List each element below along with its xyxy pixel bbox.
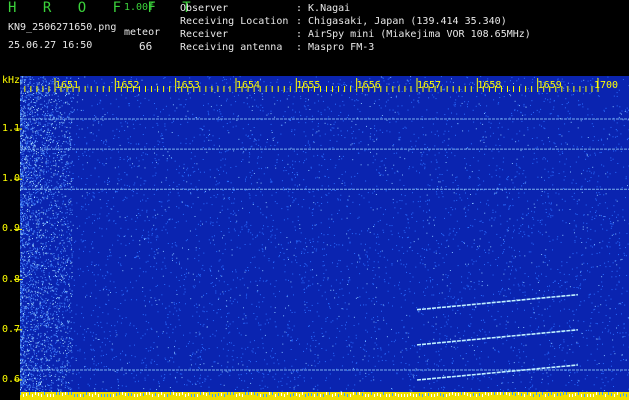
y-tick-label: 0.6 — [2, 374, 21, 385]
spectrogram-background — [20, 76, 629, 400]
y-tick-label: 1.0 — [2, 173, 21, 185]
x-tick-label: 1651 — [55, 80, 80, 91]
x-tick-label: 1656 — [356, 80, 381, 91]
y-tick-label: 0.8 — [2, 273, 21, 285]
x-tick-label: 1655 — [296, 80, 321, 91]
y-tick-label: 1.1 — [2, 123, 21, 134]
y-axis-unit: kHz — [2, 75, 21, 86]
x-tick-label: 1657 — [417, 80, 442, 91]
x-tick-label: 1652 — [115, 80, 140, 91]
x-tick-label: 1653 — [175, 80, 200, 91]
spectrogram-plot — [14, 76, 629, 400]
footer-band — [20, 392, 629, 400]
x-tick-label: 1700 — [594, 80, 619, 91]
hroft-window: H R O F F T 1.00f KN9_2506271650.png met… — [0, 0, 629, 400]
x-tick-label: 1659 — [537, 80, 562, 91]
x-tick-label: 1658 — [477, 80, 502, 91]
x-tick-label: 1654 — [236, 80, 261, 91]
y-tick-label: 0.9 — [2, 223, 21, 235]
y-tick-label: 0.7 — [2, 323, 21, 335]
